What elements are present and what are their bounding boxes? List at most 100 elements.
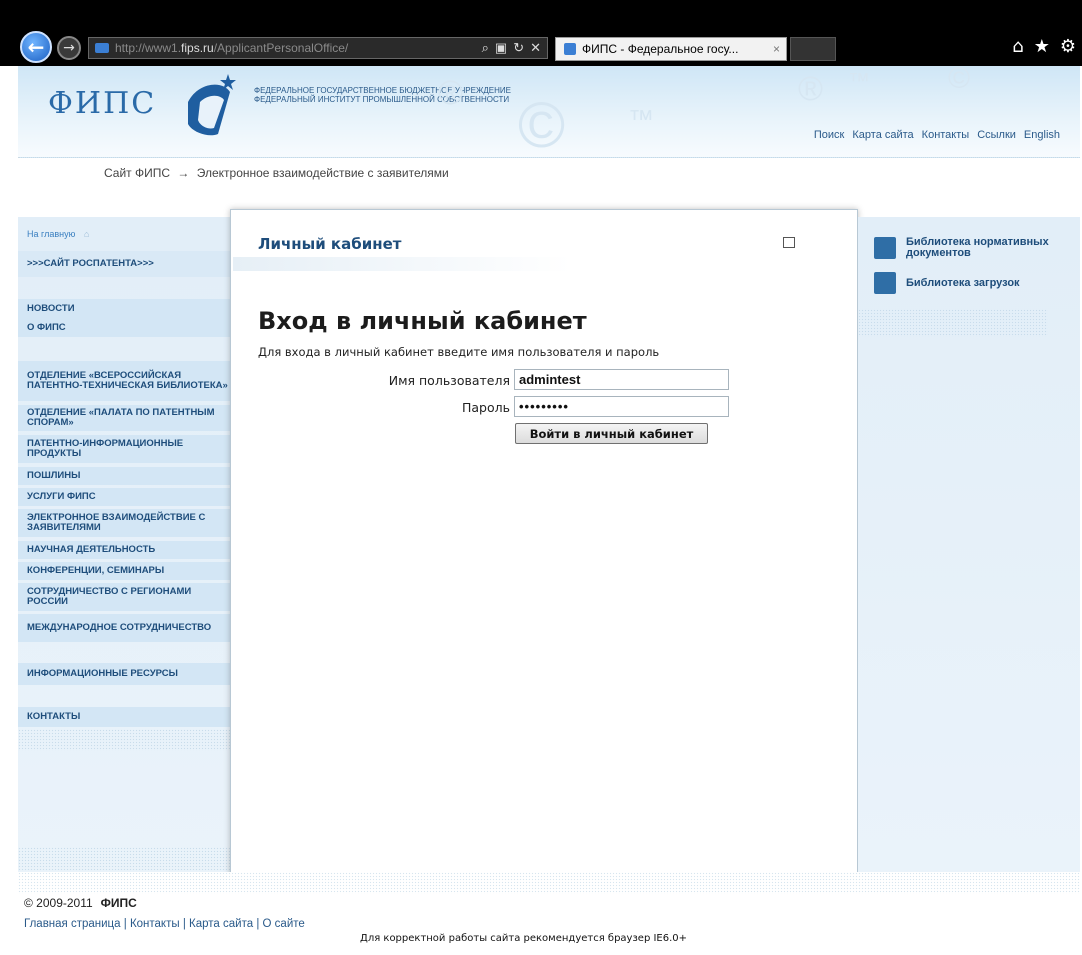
footer-link-home[interactable]: Главная страница — [24, 918, 121, 930]
nav-item-rospatent[interactable]: >>>САЙТ РОСПАТЕНТА>>> — [18, 251, 230, 277]
site-footer: © 2009-2011 ФИПС Главная страница | Конта… — [18, 872, 1080, 955]
copyright-years: © 2009-2011 — [24, 896, 93, 910]
compat-icon[interactable]: ▣ — [495, 40, 507, 56]
institution-line1: ФЕДЕРАЛЬНОЕ ГОСУДАРСТВЕННОЕ БЮДЖЕТНОЕ УЧ… — [254, 86, 511, 95]
nav-item-ppc[interactable]: ОТДЕЛЕНИЕ «ПАЛАТА ПО ПАТЕНТНЫМ СПОРАМ» — [18, 405, 230, 431]
decorative-dots — [18, 729, 230, 751]
copyright: © 2009-2011 ФИПС — [24, 896, 137, 910]
arrow-left-icon: ← — [27, 35, 45, 59]
login-button[interactable]: Войти в личный кабинет — [515, 423, 708, 444]
nav-item-about[interactable]: О ФИПС — [18, 318, 230, 337]
username-label: Имя пользователя — [388, 373, 510, 388]
login-panel: Личный кабинет Вход в личный кабинет Для… — [230, 209, 858, 900]
section-title: Личный кабинет — [258, 235, 402, 253]
browser-window: { "browser": { "url_prefix": "http://www… — [0, 0, 1082, 955]
gear-icon[interactable]: ⚙ — [1060, 36, 1076, 57]
home-link[interactable]: На главную ⌂ — [27, 229, 89, 239]
nav-item-e-interaction[interactable]: ЭЛЕКТРОННОЕ ВЗАИМОДЕЙСТВИЕ С ЗАЯВИТЕЛЯМИ — [18, 509, 230, 537]
footer-link-about[interactable]: О сайте — [263, 918, 305, 930]
tab-title: ФИПС - Федеральное госу... — [582, 42, 739, 56]
breadcrumb-item-current[interactable]: Электронное взаимодействие с заявителями — [197, 166, 449, 180]
footer-sep: | — [182, 918, 186, 930]
library-downloads-label: Библиотека загрузок — [906, 277, 1020, 289]
library-normative-label: Библиотека нормативных документов — [906, 236, 1049, 259]
watermark-r2-icon: ® — [798, 70, 824, 108]
page-title: Вход в личный кабинет — [258, 307, 587, 335]
floppy-icon — [874, 272, 896, 294]
nav-item-regions[interactable]: СОТРУДНИЧЕСТВО С РЕГИОНАМИ РОССИИ — [18, 583, 230, 611]
home-link-label: На главную — [27, 229, 76, 239]
site-logo-mark[interactable] — [178, 72, 238, 140]
back-button[interactable]: ← — [20, 31, 52, 63]
login-hint: Для входа в личный кабинет введите имя п… — [258, 345, 660, 359]
footer-link-contacts[interactable]: Контакты — [130, 918, 180, 930]
url-path: /ApplicantPersonalOffice/ — [213, 41, 349, 55]
top-links: Поиск Карта сайта Контакты Ссылки Englis… — [814, 129, 1060, 141]
decorative-dots — [858, 309, 1048, 337]
arrow-right-icon: → — [63, 40, 75, 56]
watermark-c-icon: © — [518, 89, 566, 161]
nav-item-vptb[interactable]: ОТДЕЛЕНИЕ «ВСЕРОССИЙСКАЯ ПАТЕНТНО-ТЕХНИЧ… — [18, 361, 230, 401]
book-icon — [874, 237, 896, 259]
house-icon: ⌂ — [83, 229, 90, 239]
browser-recommendation: Для корректной работы сайта рекомендуетс… — [360, 933, 688, 944]
footer-link-sitemap[interactable]: Карта сайта — [189, 918, 253, 930]
site-header: ФИПС ФЕДЕРАЛЬНОЕ ГОСУДАРСТВЕННОЕ БЮДЖЕТН… — [18, 62, 1080, 161]
title-underline — [233, 257, 571, 271]
link-links[interactable]: Ссылки — [977, 129, 1016, 141]
nav-item-contacts[interactable]: КОНТАКТЫ — [18, 707, 230, 727]
institution-name: ФЕДЕРАЛЬНОЕ ГОСУДАРСТВЕННОЕ БЮДЖЕТНОЕ УЧ… — [254, 86, 511, 104]
nav-item-resources[interactable]: ИНФОРМАЦИОННЫЕ РЕСУРСЫ — [18, 663, 230, 685]
password-field[interactable]: ••••••••• — [514, 396, 729, 417]
url-host: fips.ru — [181, 41, 214, 55]
nav-item-international[interactable]: МЕЖДУНАРОДНОЕ СОТРУДНИЧЕСТВО — [18, 614, 230, 642]
stop-icon[interactable]: ✕ — [530, 40, 541, 56]
url-prefix: http://www1. — [115, 41, 182, 55]
browser-toolbar: ← → http://www1. fips.ru/ApplicantPersona… — [0, 0, 1082, 66]
footer-links: Главная страница | Контакты | Карта сайт… — [24, 918, 305, 930]
link-english[interactable]: English — [1024, 129, 1060, 141]
forward-button[interactable]: → — [57, 36, 81, 60]
printer-icon[interactable] — [783, 237, 795, 248]
nav-item-products[interactable]: ПАТЕНТНО-ИНФОРМАЦИОННЫЕ ПРОДУКТЫ — [18, 435, 230, 463]
footer-sep: | — [123, 918, 127, 930]
library-downloads-link[interactable]: Библиотека загрузок — [874, 272, 1020, 294]
address-bar[interactable]: http://www1. fips.ru/ApplicantPersonalOff… — [88, 37, 548, 59]
breadcrumb-arrow-icon: → — [177, 166, 190, 180]
watermark-tm-icon: ™ — [628, 104, 654, 134]
nav-item-fees[interactable]: ПОШЛИНЫ — [18, 467, 230, 485]
breadcrumb-item-fips[interactable]: Сайт ФИПС — [104, 166, 170, 180]
home-icon[interactable]: ⌂ — [1012, 36, 1023, 57]
link-sitemap[interactable]: Карта сайта — [852, 129, 913, 141]
decorative-dots — [18, 847, 230, 871]
nav-item-services[interactable]: УСЛУГИ ФИПС — [18, 488, 230, 506]
right-sidebar: Библиотека нормативных документов Библио… — [858, 217, 1080, 873]
nav-item-conferences[interactable]: КОНФЕРЕНЦИИ, СЕМИНАРЫ — [18, 562, 230, 580]
link-search[interactable]: Поиск — [814, 129, 844, 141]
address-controls: ⌕ ▣ ↻ ✕ — [482, 40, 547, 56]
breadcrumb: Сайт ФИПС → Электронное взаимодействие с… — [104, 166, 449, 180]
new-tab-button[interactable] — [790, 37, 836, 61]
favicon-icon — [564, 43, 576, 55]
search-icon[interactable]: ⌕ — [482, 40, 489, 56]
institution-line2: ФЕДЕРАЛЬНЫЙ ИНСТИТУТ ПРОМЫШЛЕННОЙ СОБСТВ… — [254, 95, 510, 104]
close-tab-icon[interactable]: × — [773, 42, 780, 56]
browser-tools: ⌂ ★ ⚙ — [1012, 36, 1076, 57]
library-normative-link[interactable]: Библиотека нормативных документов — [874, 237, 1066, 259]
watermark-r-icon: ® — [438, 74, 464, 112]
link-contacts[interactable]: Контакты — [922, 129, 970, 141]
left-sidebar: На главную ⌂ >>>САЙТ РОСПАТЕНТА>>> НОВОС… — [18, 217, 230, 873]
site-logo-text[interactable]: ФИПС — [48, 86, 156, 121]
watermark-tm2-icon: ™ — [848, 68, 870, 93]
watermark-c2-icon: © — [948, 62, 971, 95]
username-field[interactable]: admintest — [514, 369, 729, 390]
page-icon — [95, 43, 109, 53]
browser-tab[interactable]: ФИПС - Федеральное госу... × — [555, 37, 787, 61]
nav-item-news[interactable]: НОВОСТИ — [18, 299, 230, 318]
password-label: Пароль — [462, 400, 510, 415]
favorites-star-icon[interactable]: ★ — [1034, 36, 1050, 57]
refresh-icon[interactable]: ↻ — [513, 40, 524, 56]
nav-item-science[interactable]: НАУЧНАЯ ДЕЯТЕЛЬНОСТЬ — [18, 541, 230, 559]
footer-sep: | — [256, 918, 260, 930]
footer-dots — [18, 872, 1080, 894]
